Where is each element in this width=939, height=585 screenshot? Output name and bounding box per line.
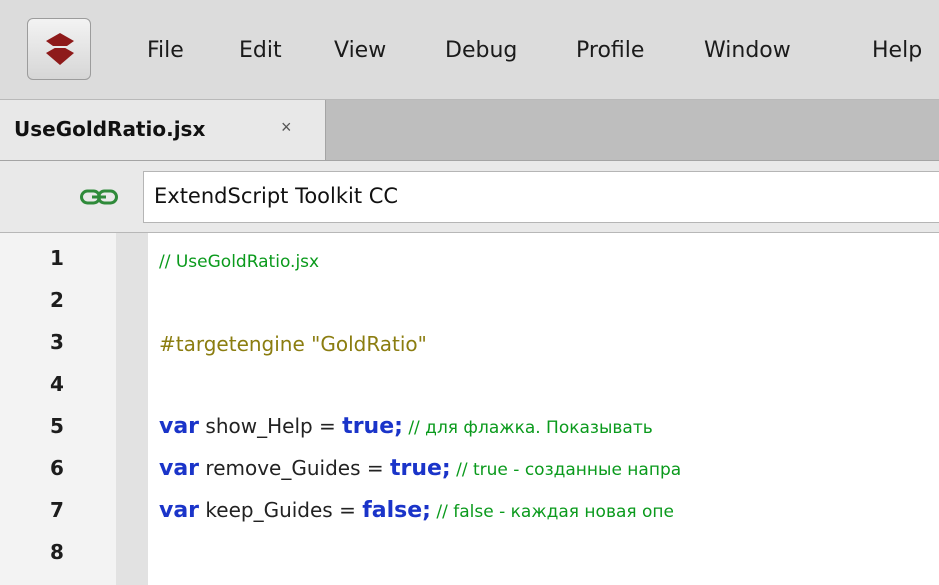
code-identifier: remove_Guides = — [199, 456, 390, 480]
line-number: 1 — [50, 246, 64, 270]
code-comment: // UseGoldRatio.jsx — [159, 252, 320, 272]
line-number: 4 — [50, 372, 64, 396]
code-identifier: show_Help = — [199, 414, 343, 438]
code-line-5: var show_Help = true; // для флажка. Пок… — [159, 414, 653, 439]
line-number: 5 — [50, 414, 64, 438]
target-application-label: ExtendScript Toolkit CC — [154, 184, 399, 208]
extendscript-logo-icon — [46, 33, 74, 65]
line-number: 6 — [50, 456, 64, 480]
code-literal: false; — [362, 498, 431, 523]
code-identifier: keep_Guides = — [199, 498, 363, 522]
code-comment: // false - каждая новая опе — [430, 502, 674, 522]
app-icon[interactable] — [27, 18, 91, 80]
target-application-select[interactable]: ExtendScript Toolkit CC — [143, 171, 939, 223]
menu-file[interactable]: File — [147, 38, 184, 63]
code-literal: true; — [342, 414, 403, 439]
menu-window[interactable]: Window — [704, 38, 791, 63]
line-number: 8 — [50, 540, 64, 564]
target-bar: ExtendScript Toolkit CC — [0, 161, 939, 233]
code-comment: // для флажка. Показывать — [402, 418, 653, 438]
menu-edit[interactable]: Edit — [239, 38, 282, 63]
menu-view[interactable]: View — [334, 38, 386, 63]
menu-profile[interactable]: Profile — [576, 38, 644, 63]
code-literal: true; — [389, 456, 451, 481]
tab-usegoldratio[interactable]: UseGoldRatio.jsx × — [0, 100, 326, 160]
menu-help[interactable]: Help — [872, 38, 922, 63]
menu-debug[interactable]: Debug — [445, 38, 517, 63]
document-tab-strip: UseGoldRatio.jsx × — [0, 100, 939, 161]
code-editor[interactable]: 1 2 3 4 5 6 7 8 // UseGoldRatio.jsx #tar… — [0, 233, 939, 585]
code-keyword: var — [159, 414, 200, 439]
close-icon[interactable]: × — [281, 117, 292, 138]
code-line-7: var keep_Guides = false; // false - кажд… — [159, 498, 674, 523]
fold-margin — [116, 233, 148, 585]
code-line-6: var remove_Guides = true; // true - созд… — [159, 456, 681, 481]
tab-label: UseGoldRatio.jsx — [14, 117, 206, 141]
code-directive: #targetengine "GoldRatio" — [159, 332, 427, 356]
code-keyword: var — [159, 498, 200, 523]
code-line-3: #targetengine "GoldRatio" — [159, 332, 427, 356]
code-line-1: // UseGoldRatio.jsx — [159, 248, 319, 272]
line-number: 2 — [50, 288, 64, 312]
line-number: 7 — [50, 498, 64, 522]
line-number-gutter: 1 2 3 4 5 6 7 8 — [0, 233, 116, 585]
code-comment: // true - созданные напра — [450, 460, 682, 480]
menu-bar: File Edit View Debug Profile Window Help — [0, 0, 939, 100]
line-number: 3 — [50, 330, 64, 354]
link-icon[interactable] — [80, 189, 118, 205]
code-keyword: var — [159, 456, 200, 481]
